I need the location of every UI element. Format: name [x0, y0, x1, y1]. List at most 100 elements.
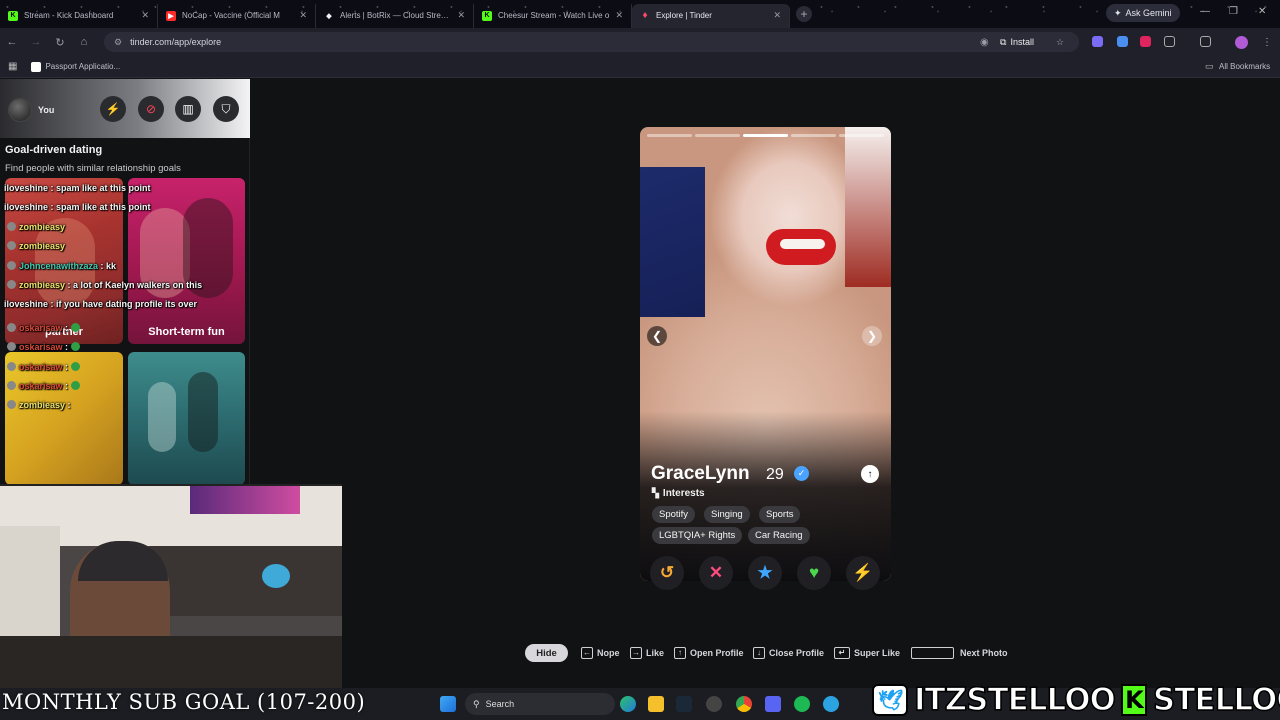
rewind-icon: ↺ — [659, 563, 675, 582]
like-button[interactable]: ♥ — [797, 556, 831, 590]
tab-botrix[interactable]: ◆ Alerts | BotRix — Cloud Stream ✕ — [316, 3, 474, 28]
tab-cheesur[interactable]: K Cheesur Stream - Watch Live o ✕ — [474, 3, 632, 28]
folder-icon: ▭ — [1205, 61, 1214, 71]
back-icon[interactable]: ← — [0, 36, 24, 48]
telegram-icon[interactable] — [823, 696, 839, 712]
edge-icon[interactable] — [620, 696, 636, 712]
sidebar: You ⚡ ⊘ ▥ ⛉ Goal-driven dating Find peop… — [0, 79, 250, 485]
nope-button[interactable]: ✕ — [699, 556, 733, 590]
boost-button[interactable]: ⚡ — [846, 556, 880, 590]
interest-chip: LGBTQIA+ Rights — [652, 527, 743, 544]
close-icon[interactable]: ✕ — [773, 10, 781, 21]
split-view-icon[interactable] — [1200, 36, 1211, 47]
close-icon[interactable]: ✕ — [141, 10, 149, 21]
hint-label: Next Photo — [960, 648, 1008, 658]
chat-username: zombieasy — [19, 221, 66, 232]
close-window-button[interactable]: ✕ — [1258, 6, 1266, 17]
boost-icon[interactable]: ⚡ — [100, 96, 126, 122]
home-icon[interactable]: ⌂ — [72, 36, 96, 48]
spotify-icon[interactable] — [794, 696, 810, 712]
avatar[interactable] — [8, 98, 32, 122]
bookmark-star-icon[interactable]: ☆ — [1056, 37, 1064, 48]
all-bookmarks-link[interactable]: All Bookmarks — [1219, 62, 1270, 71]
tab-title: Alerts | BotRix — Cloud Stream — [340, 11, 452, 20]
location-icon[interactable]: ◉ — [980, 37, 989, 48]
photo-progress-segment — [743, 134, 788, 137]
left-arrow-key-icon: ← — [581, 647, 593, 659]
interests-label: Interests — [662, 488, 705, 499]
briefcase-icon[interactable]: ▥ — [175, 96, 201, 122]
chrome-icon[interactable] — [736, 696, 752, 712]
photo-background — [845, 127, 891, 287]
forward-icon[interactable]: → — [24, 36, 48, 48]
badge-icon — [7, 221, 16, 231]
chat-username: oskarisaw — [19, 381, 63, 392]
close-icon[interactable]: ✕ — [615, 10, 623, 21]
chat-line: iloveshine : spam like at this point — [4, 198, 244, 217]
chat-line: iloveshine : spam like at this point — [4, 179, 244, 198]
discord-icon[interactable] — [765, 696, 781, 712]
photo-teeth — [780, 239, 825, 249]
bookmark-passport[interactable]: Passport Applicatio... — [45, 62, 120, 71]
badge-icon — [7, 241, 16, 251]
social-handles-overlay: 🕊 ITZSTELLOO K STELLOOO — [872, 680, 1280, 720]
up-arrow-key-icon: ↑ — [674, 647, 686, 659]
badge-icon — [7, 342, 16, 352]
extension-icon[interactable] — [1117, 36, 1128, 47]
taskbar-search[interactable]: ⚲ Search — [465, 693, 615, 715]
reload-icon[interactable]: ↻ — [48, 36, 72, 49]
stream-chat-overlay: iloveshine : spam like at this point ilo… — [4, 179, 244, 416]
new-tab-button[interactable]: + — [796, 6, 812, 22]
extension-icon[interactable] — [1140, 36, 1151, 47]
file-explorer-icon[interactable] — [648, 696, 664, 712]
close-icon[interactable]: ✕ — [457, 10, 465, 21]
space-key-icon — [911, 647, 954, 659]
maximize-button[interactable]: ❐ — [1229, 6, 1238, 17]
obs-icon[interactable] — [706, 696, 722, 712]
install-app-button[interactable]: ⧉ Install ☆ — [1000, 35, 1064, 49]
menu-kebab-icon[interactable]: ⋮ — [1262, 37, 1272, 48]
bookmarks-bar: ▦ Passport Applicatio... ▭ All Bookmarks — [0, 56, 1280, 78]
super-like-button[interactable]: ★ — [748, 556, 782, 590]
puzzle-icon[interactable] — [1164, 36, 1175, 47]
profile-avatar-icon[interactable] — [1235, 36, 1248, 49]
chat-message: : spam like at this point — [50, 202, 151, 213]
tab-title: Cheesur Stream - Watch Live o — [498, 11, 610, 20]
interest-chip: Spotify — [652, 506, 696, 523]
ask-gemini-button[interactable]: ✦ Ask Gemini — [1106, 4, 1180, 22]
site-info-icon[interactable]: ⚙ — [114, 37, 122, 48]
tab-youtube[interactable]: ▶ NoCap - Vaccine (Official M ✕ — [158, 3, 316, 28]
previous-photo-button[interactable]: ❮ — [647, 326, 667, 346]
chat-username: zombieasy — [19, 400, 66, 411]
tab-tinder[interactable]: ♦ Explore | Tinder ✕ — [632, 3, 790, 28]
address-bar[interactable]: ⚙ tinder.com/app/explore ◉ — [104, 32, 1079, 52]
interest-chip: Car Racing — [748, 527, 810, 544]
hide-hints-button[interactable]: Hide — [525, 644, 568, 662]
hint-label: Nope — [597, 648, 620, 658]
rewind-button[interactable]: ↺ — [650, 556, 684, 590]
profile-card[interactable]: ❮ ❯ GraceLynn 29 ✓ ↑ ▚ Interests Spotify… — [640, 127, 891, 581]
chat-message: : spam like at this point — [50, 183, 151, 193]
windows-start-icon[interactable] — [440, 696, 456, 712]
apps-grid-icon[interactable]: ▦ — [8, 61, 17, 72]
grid-icon: ▚ — [652, 488, 659, 498]
minimize-button[interactable]: — — [1200, 6, 1210, 17]
hint-next-photo: Next Photo — [911, 644, 1008, 662]
streamer-webcam — [0, 484, 342, 688]
shield-icon[interactable]: ⛉ — [213, 96, 239, 122]
steam-icon[interactable] — [676, 696, 692, 712]
you-label[interactable]: You — [38, 105, 54, 115]
chat-line: zombieasy : a lot of Kaelyn walkers on t… — [4, 276, 244, 295]
tab-kick-dashboard[interactable]: K Stream - Kick Dashboard ✕ — [0, 3, 158, 28]
close-icon[interactable]: ✕ — [299, 10, 307, 21]
badge-icon — [7, 260, 16, 270]
extension-icon[interactable] — [1092, 36, 1103, 47]
chevron-right-icon: ❯ — [866, 329, 878, 343]
chat-username: iloveshine — [4, 183, 49, 193]
ask-gemini-label: Ask Gemini — [1125, 8, 1172, 18]
explore-icon[interactable]: ⊘ — [138, 96, 164, 122]
next-photo-button[interactable]: ❯ — [862, 326, 882, 346]
search-icon: ⚲ — [473, 698, 480, 709]
chat-username: iloveshine — [4, 202, 49, 213]
open-profile-button[interactable]: ↑ — [861, 465, 879, 483]
